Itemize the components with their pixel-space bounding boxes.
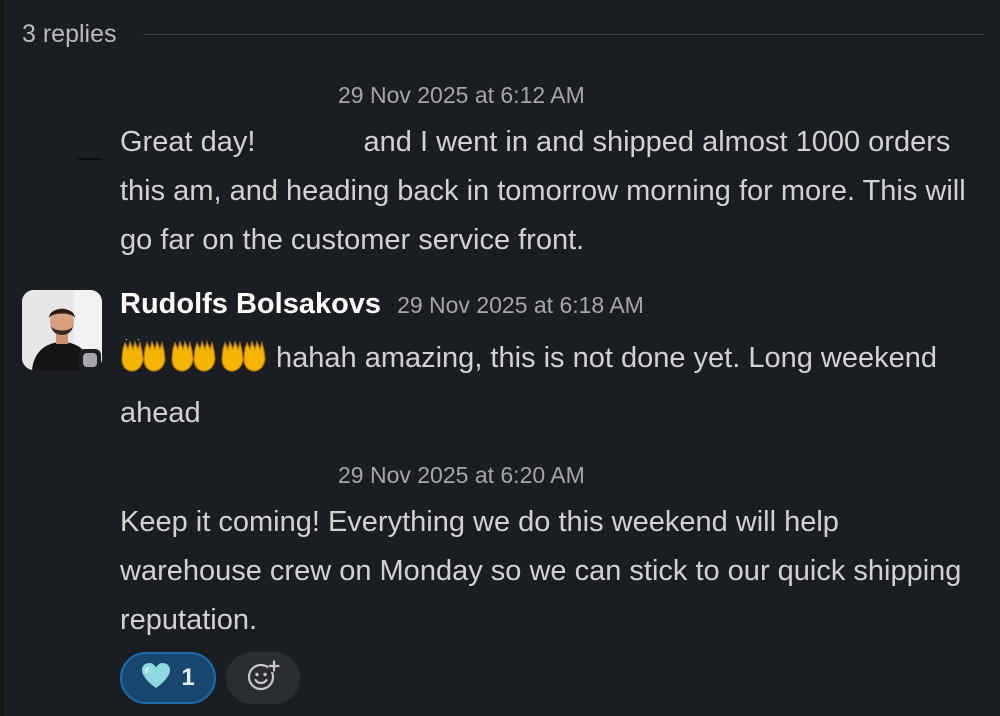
message-timestamp[interactable]: 29 Nov 2025 at 6:20 AM <box>338 462 585 489</box>
reaction-count: 1 <box>181 664 195 691</box>
sender-name[interactable]: Rudolfs Bolsakovs <box>120 288 381 321</box>
message-timestamp[interactable]: 29 Nov 2025 at 6:18 AM <box>397 292 644 319</box>
left-edge <box>0 0 4 716</box>
message-body: Great day! and I went in and shipped alm… <box>120 118 980 265</box>
raised-hands-icon <box>120 338 268 389</box>
replies-count[interactable]: 3 replies <box>22 20 117 49</box>
reactions-bar: 1 <box>120 652 300 704</box>
replies-divider-row: 3 replies <box>22 14 984 54</box>
message-header: Rudolfs Bolsakovs 29 Nov 2025 at 6:18 AM <box>120 288 644 332</box>
message-text: Keep it coming! Everything we do this we… <box>120 506 962 636</box>
reaction-heart-button[interactable]: 1 <box>120 652 216 704</box>
add-reaction-icon <box>246 659 280 698</box>
light-blue-heart-icon <box>141 662 171 695</box>
message-text-part: Great day! <box>120 126 256 158</box>
message-body: Keep it coming! Everything we do this we… <box>120 498 980 645</box>
message-hover-marker <box>78 158 102 160</box>
presence-indicator <box>79 349 101 371</box>
message-body: hahah amazing, this is not done yet. Lon… <box>120 334 980 438</box>
message-timestamp[interactable]: 29 Nov 2025 at 6:12 AM <box>338 82 585 109</box>
add-reaction-button[interactable] <box>226 652 300 704</box>
divider-line <box>142 33 984 35</box>
